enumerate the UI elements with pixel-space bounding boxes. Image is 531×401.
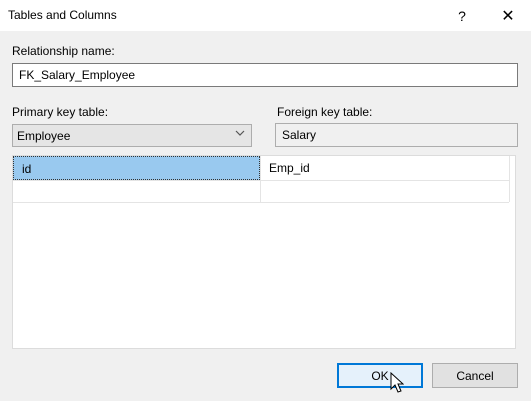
window-title: Tables and Columns bbox=[8, 8, 117, 22]
close-button[interactable]: ✕ bbox=[486, 0, 530, 31]
primary-key-table-value: Employee bbox=[17, 129, 71, 143]
ok-button[interactable]: OK bbox=[337, 363, 423, 388]
title-bar: Tables and Columns ? ✕ bbox=[0, 0, 531, 31]
relationship-name-label: Relationship name: bbox=[12, 44, 115, 58]
cancel-label: Cancel bbox=[456, 368, 494, 383]
cancel-button[interactable]: Cancel bbox=[432, 363, 518, 388]
row-divider bbox=[13, 202, 509, 203]
foreign-column-value: Emp_id bbox=[269, 161, 310, 175]
foreign-key-table-value: Salary bbox=[282, 128, 317, 142]
mouse-pointer-icon bbox=[390, 371, 405, 397]
columns-grid[interactable]: id Emp_id bbox=[12, 155, 516, 349]
row-divider bbox=[13, 180, 509, 181]
foreign-key-table-field: Salary bbox=[275, 123, 518, 147]
close-icon: ✕ bbox=[501, 7, 515, 25]
column-divider bbox=[260, 156, 261, 202]
foreign-key-table-label: Foreign key table: bbox=[277, 105, 373, 119]
relationship-name-input[interactable]: FK_Salary_Employee bbox=[12, 63, 518, 87]
primary-column-cell[interactable]: id bbox=[13, 156, 260, 180]
primary-column-value: id bbox=[22, 162, 32, 176]
primary-key-table-select[interactable]: Employee bbox=[12, 124, 252, 147]
help-icon: ? bbox=[458, 7, 466, 24]
chevron-down-icon bbox=[235, 129, 245, 140]
ok-label: OK bbox=[371, 368, 389, 383]
foreign-column-cell[interactable]: Emp_id bbox=[261, 156, 509, 180]
primary-key-table-label: Primary key table: bbox=[12, 105, 109, 119]
column-divider bbox=[509, 156, 510, 202]
relationship-name-value: FK_Salary_Employee bbox=[19, 68, 136, 82]
help-button[interactable]: ? bbox=[440, 0, 484, 31]
